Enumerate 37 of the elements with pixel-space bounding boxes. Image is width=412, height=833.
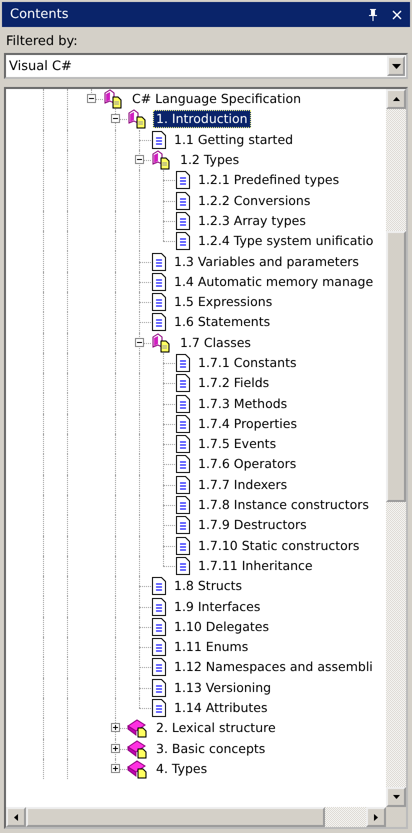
filter-label: Filtered by: <box>5 33 79 51</box>
tree-item[interactable]: C# Language Specification <box>129 90 304 108</box>
tree-item[interactable]: 1.11 Enums <box>171 638 252 656</box>
tree-item[interactable]: 1.12 Namespaces and assembli <box>171 658 376 676</box>
tree-item[interactable]: 1.2.4 Type system unificatio <box>195 232 376 250</box>
tree-item[interactable]: 1.10 Delegates <box>171 618 272 636</box>
tree-item[interactable]: 1.2.1 Predefined types <box>195 171 342 190</box>
tree-item[interactable]: 1.2.3 Array types <box>195 212 309 230</box>
tree-item[interactable]: 1. Introduction <box>153 110 251 128</box>
tree-item[interactable]: 1.3 Variables and parameters <box>171 252 362 271</box>
tree-item[interactable]: 1.14 Attributes <box>171 699 271 718</box>
tree-item[interactable]: 1.1 Getting started <box>171 130 296 149</box>
tree-item[interactable]: 1.7.7 Indexers <box>195 476 290 494</box>
tree-item[interactable]: 3. Basic concepts <box>153 740 268 758</box>
tree-item[interactable]: 1.7.10 Static constructors <box>195 536 362 555</box>
tree-item[interactable]: 2. Lexical structure <box>153 719 279 738</box>
tree-item[interactable]: 1.7.1 Constants <box>195 354 300 372</box>
tree-item[interactable]: 1.7.4 Properties <box>195 414 300 433</box>
tree-item[interactable]: 1.7.11 Inheritance <box>195 556 316 575</box>
filter-dropdown[interactable]: Visual C# <box>4 53 408 79</box>
tree-item[interactable]: 1.9 Interfaces <box>171 598 264 616</box>
tree-item[interactable]: 1.7.5 Events <box>195 435 280 454</box>
tree-item[interactable]: 1.13 Versioning <box>171 678 274 697</box>
tree-item[interactable]: 1.7 Classes <box>177 334 254 352</box>
window-title: Contents <box>10 7 70 22</box>
tree-item[interactable]: 1.6 Statements <box>171 313 274 332</box>
tree-item[interactable]: 1.8 Structs <box>171 577 246 596</box>
tree-item[interactable]: 1.7.2 Fields <box>195 374 272 392</box>
tree-item[interactable]: 1.2.2 Conversions <box>195 192 314 210</box>
tree-item[interactable]: 1.2 Types <box>177 151 242 170</box>
tree-item[interactable]: 1.5 Expressions <box>171 293 276 312</box>
tree-item[interactable]: 1.7.8 Instance constructors <box>195 496 372 514</box>
tree-item[interactable]: 1.7.3 Methods <box>195 394 290 413</box>
tree-item[interactable]: 1.7.6 Operators <box>195 455 300 474</box>
tree-item[interactable]: 1.7.9 Destructors <box>195 516 310 534</box>
tree-item[interactable]: 4. Types <box>153 760 210 778</box>
tree-item[interactable]: 1.4 Automatic memory manage <box>171 272 376 291</box>
